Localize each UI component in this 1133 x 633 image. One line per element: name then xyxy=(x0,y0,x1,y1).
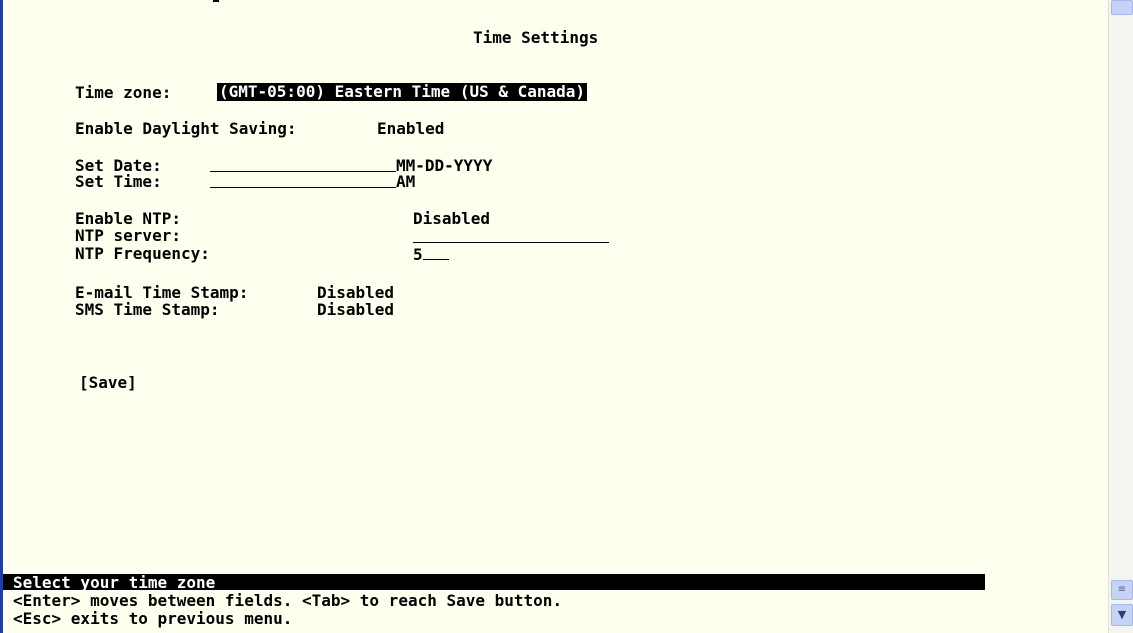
ntp-frequency-input[interactable]: 5 xyxy=(413,245,449,264)
sms-time-stamp-toggle[interactable]: Disabled xyxy=(317,301,394,319)
help-hint-fields: <Enter> moves between fields. <Tab> to r… xyxy=(13,591,563,610)
terminal-window: Time Settings Time zone: (GMT-05:00) Eas… xyxy=(0,0,1133,633)
scroll-up-thumb[interactable] xyxy=(1111,0,1133,15)
scroll-grip-icon[interactable]: ≡ xyxy=(1111,580,1133,600)
enable-ntp-toggle[interactable]: Disabled xyxy=(413,210,490,228)
set-time-ampm[interactable]: AM xyxy=(396,173,415,191)
set-time-label: Set Time: xyxy=(75,172,162,191)
help-hint-escape: <Esc> exits to previous menu. xyxy=(13,609,293,628)
set-time-input[interactable] xyxy=(210,173,396,188)
sms-time-stamp-label: SMS Time Stamp: xyxy=(75,300,220,319)
vertical-scrollbar[interactable]: ≡ ▼ xyxy=(1108,0,1133,633)
daylight-saving-label: Enable Daylight Saving: xyxy=(75,119,297,138)
set-date-input[interactable] xyxy=(210,157,396,172)
ntp-frequency-value: 5 xyxy=(413,245,423,264)
time-zone-label: Time zone: xyxy=(75,83,172,102)
scroll-down-arrow-icon[interactable]: ▼ xyxy=(1111,604,1133,626)
ntp-frequency-label: NTP Frequency: xyxy=(75,244,210,263)
page-title: Time Settings xyxy=(473,28,599,47)
daylight-saving-toggle[interactable]: Enabled xyxy=(377,120,444,138)
ntp-frequency-underline xyxy=(422,245,449,260)
save-button[interactable]: [Save] xyxy=(79,374,137,392)
ntp-server-input[interactable] xyxy=(413,228,609,243)
status-prompt: Select your time zone xyxy=(13,573,216,592)
ntp-server-label: NTP server: xyxy=(75,226,181,245)
top-dash-mark xyxy=(213,0,219,2)
terminal-screen: Time Settings Time zone: (GMT-05:00) Eas… xyxy=(3,0,1108,633)
time-zone-select[interactable]: (GMT-05:00) Eastern Time (US & Canada) xyxy=(217,83,588,101)
